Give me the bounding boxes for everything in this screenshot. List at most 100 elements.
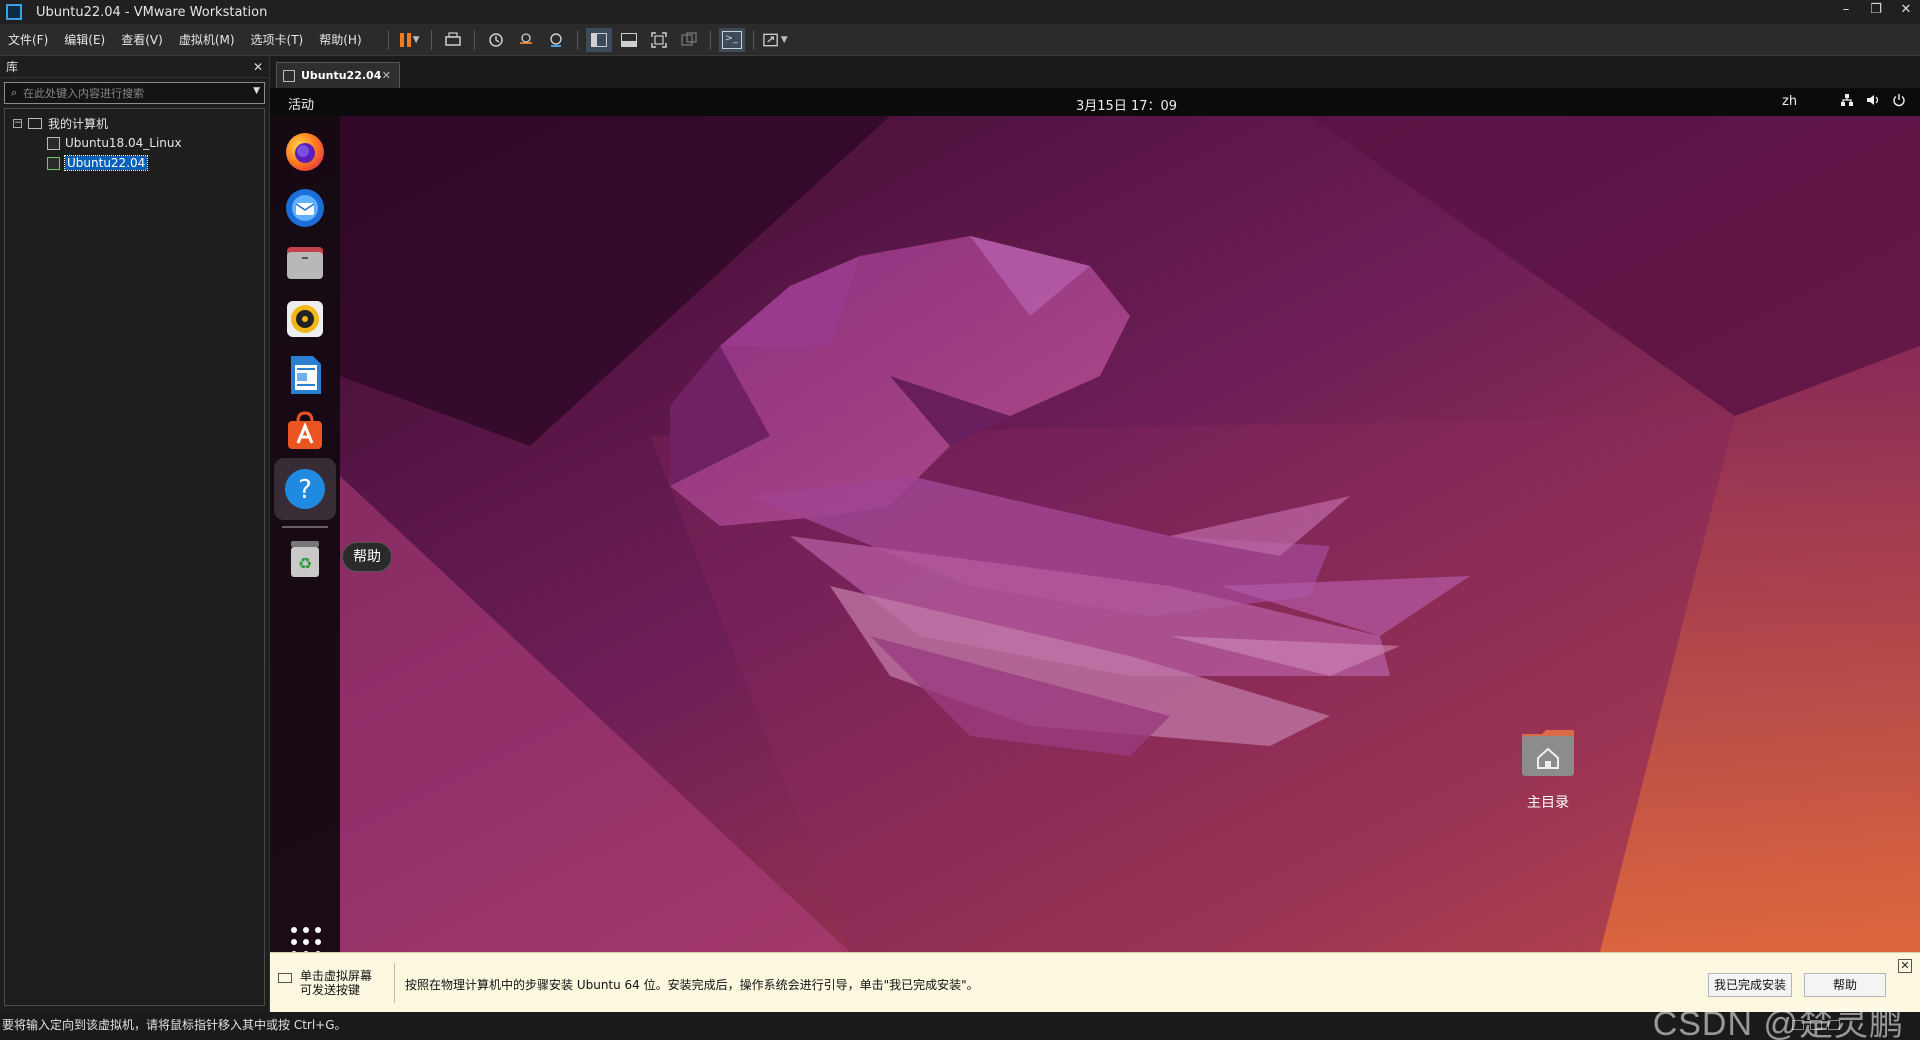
library-view-icon (590, 32, 607, 47)
menu-vm[interactable]: 虚拟机(M) (171, 24, 243, 56)
power-icon (1893, 94, 1905, 107)
keyboard-icon (278, 973, 292, 983)
tab-label: Ubuntu22.04 (301, 69, 382, 82)
dock-item-files[interactable] (282, 240, 328, 286)
close-tab-button[interactable]: ✕ (382, 69, 391, 82)
library-view-button[interactable] (585, 27, 612, 52)
input-method-indicator[interactable]: zh (1782, 94, 1797, 109)
dock-item-libreoffice-writer[interactable] (282, 352, 328, 398)
volume-icon (1867, 95, 1879, 105)
thumbnail-view-icon (620, 32, 637, 47)
toolbar-separator (473, 29, 475, 50)
toolbar: ▼ >_ ▼ (382, 27, 790, 52)
chevron-down-icon[interactable]: ▼ (253, 86, 260, 96)
snapshot-icon (488, 32, 503, 47)
trash-icon: ♻ (291, 541, 319, 577)
snapshot-button[interactable] (483, 28, 509, 52)
fullscreen-icon (650, 31, 667, 48)
menu-help[interactable]: 帮助(H) (311, 24, 369, 56)
close-library-button[interactable]: ✕ (253, 60, 263, 74)
library-panel: 库 ✕ ⌕ 在此处键入内容进行搜索 ▼ − 我的计算机 Ubuntu18.04_… (0, 56, 270, 1012)
activities-button[interactable]: 活动 (288, 94, 314, 113)
thumbnail-view-button[interactable] (616, 28, 642, 52)
dock-item-thunderbird[interactable] (282, 184, 328, 230)
send-ctrl-alt-del-icon (444, 31, 461, 46)
tree-item-vm[interactable]: Ubuntu18.04_Linux (5, 133, 264, 153)
menu-file[interactable]: 文件(F) (0, 24, 56, 56)
clock[interactable]: 3月15日 17：09 (1076, 95, 1177, 114)
menu-tabs[interactable]: 选项卡(T) (243, 24, 312, 56)
dock-item-app-center[interactable] (282, 408, 328, 454)
hint-left-line2: 可发送按键 (300, 983, 361, 997)
tree-item-my-computer[interactable]: − 我的计算机 (5, 113, 264, 133)
firefox-icon (286, 133, 324, 171)
rhythmbox-icon (287, 301, 323, 337)
unity-icon (680, 31, 697, 46)
files-icon (287, 247, 323, 279)
vmware-logo-icon (6, 4, 22, 20)
vm-icon (283, 69, 295, 82)
close-window-button[interactable]: ✕ (1898, 2, 1914, 17)
tree-item-vm-selected[interactable]: Ubuntu22.04 (5, 153, 264, 173)
status-bar: 要将输入定向到该虚拟机，请将鼠标指针移入其中或按 Ctrl+G。 CSDN @楚… (0, 1005, 1920, 1040)
send-ctrl-alt-del-button[interactable] (440, 28, 466, 52)
maximize-button[interactable]: ❐ (1868, 2, 1884, 17)
vm-running-icon (47, 156, 60, 170)
system-menu[interactable] (1840, 93, 1906, 107)
toolbar-separator (576, 29, 578, 50)
finished-installing-button[interactable]: 我已完成安装 (1708, 973, 1792, 997)
vm-icon (47, 136, 60, 150)
ubuntu-wallpaper (270, 116, 1920, 952)
show-apps-button[interactable] (288, 924, 324, 952)
pause-icon (399, 32, 411, 47)
computer-icon (28, 117, 42, 129)
snapshot-manager-icon (549, 32, 562, 47)
svg-text:?: ? (298, 475, 312, 505)
toolbar-separator (430, 29, 432, 50)
dock-item-help[interactable]: ? (282, 466, 328, 512)
console-view-button[interactable]: >_ (718, 27, 745, 52)
dock-tooltip: 帮助 (342, 542, 392, 572)
revert-snapshot-button[interactable] (513, 28, 539, 52)
gnome-top-bar: 活动 3月15日 17：09 zh (270, 88, 1920, 116)
fullscreen-button[interactable] (646, 28, 672, 52)
dock-item-trash[interactable]: ♻ (282, 536, 328, 582)
search-placeholder: 在此处键入内容进行搜索 (23, 87, 145, 100)
hint-help-button[interactable]: 帮助 (1804, 973, 1886, 997)
status-text: 要将输入定向到该虚拟机，请将鼠标指针移入其中或按 Ctrl+G。 (2, 1018, 347, 1032)
close-hint-button[interactable]: ✕ (1898, 959, 1912, 973)
libreoffice-writer-icon (291, 356, 321, 394)
toolbar-separator (752, 29, 754, 50)
collapse-toggle[interactable]: − (13, 118, 22, 128)
minimize-button[interactable]: – (1838, 2, 1854, 17)
chevron-down-icon[interactable]: ▼ (413, 35, 420, 45)
console-icon: >_ (721, 30, 742, 49)
hint-left-line1: 单击虚拟屏幕 (300, 969, 373, 983)
window-controls: – ❐ ✕ (1838, 2, 1914, 17)
vmware-window: Ubuntu22.04 - VMware Workstation – ❐ ✕ 文… (0, 0, 1920, 1040)
library-search-input[interactable]: ⌕ 在此处键入内容进行搜索 ▼ (4, 82, 265, 104)
vm-screen[interactable]: 活动 3月15日 17：09 zh ? ♻ 帮助 主目录 (270, 88, 1920, 952)
dock-item-firefox[interactable] (282, 128, 328, 174)
tree-label: 我的计算机 (48, 116, 109, 131)
library-title: 库 (6, 60, 19, 74)
menu-edit[interactable]: 编辑(E) (56, 24, 113, 56)
unity-button[interactable] (676, 28, 702, 52)
home-folder-icon (1522, 730, 1574, 776)
menu-view[interactable]: 查看(V) (113, 24, 171, 56)
app-center-icon (288, 411, 322, 449)
chevron-down-icon[interactable]: ▼ (781, 35, 788, 45)
stretch-button[interactable]: ▼ (762, 28, 788, 52)
vm-tree: − 我的计算机 Ubuntu18.04_Linux Ubuntu22.04 (4, 108, 265, 1006)
revert-snapshot-icon (519, 32, 532, 44)
pause-button[interactable]: ▼ (397, 28, 423, 52)
snapshot-manager-button[interactable] (543, 28, 569, 52)
dock-separator (282, 526, 328, 528)
help-icon: ? (285, 469, 325, 509)
tab-ubuntu22[interactable]: Ubuntu22.04 ✕ (276, 62, 400, 88)
desktop-home-folder[interactable]: 主目录 (1498, 728, 1598, 812)
search-icon: ⌕ (11, 86, 18, 99)
stretch-icon (762, 33, 778, 46)
title-bar: Ubuntu22.04 - VMware Workstation – ❐ ✕ (0, 0, 1920, 24)
dock-item-rhythmbox[interactable] (282, 296, 328, 342)
